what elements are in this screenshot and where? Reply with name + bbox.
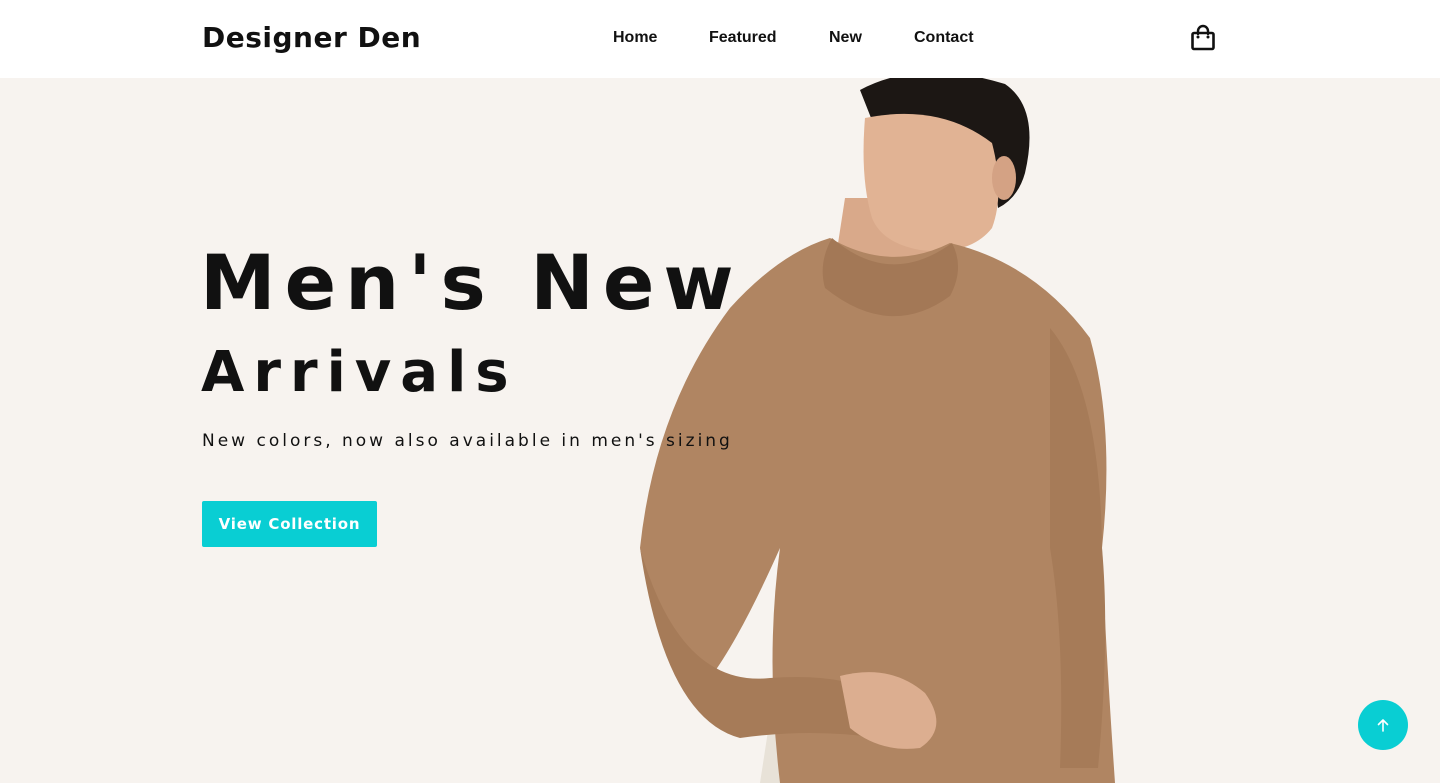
nav-link-contact[interactable]: Contact [914,29,974,47]
shopping-bag-icon[interactable] [1189,24,1217,52]
hero-section: Men's New Arrivals New colors, now also … [0,78,1440,783]
hero-headline-line2: Arrivals [201,340,518,405]
arrow-up-icon [1377,719,1389,732]
view-collection-button[interactable]: View Collection [202,501,377,547]
site-logo[interactable]: Designer Den [202,21,421,54]
hero-subtitle: New colors, now also available in men's … [202,431,733,451]
nav-link-featured[interactable]: Featured [709,29,777,47]
nav-link-home[interactable]: Home [613,29,657,47]
scroll-to-top-button[interactable] [1358,700,1408,750]
site-header: Designer Den Home Featured New Contact [0,0,1440,78]
nav-link-new[interactable]: New [829,29,862,47]
hero-headline-line1: Men's New [200,238,743,327]
